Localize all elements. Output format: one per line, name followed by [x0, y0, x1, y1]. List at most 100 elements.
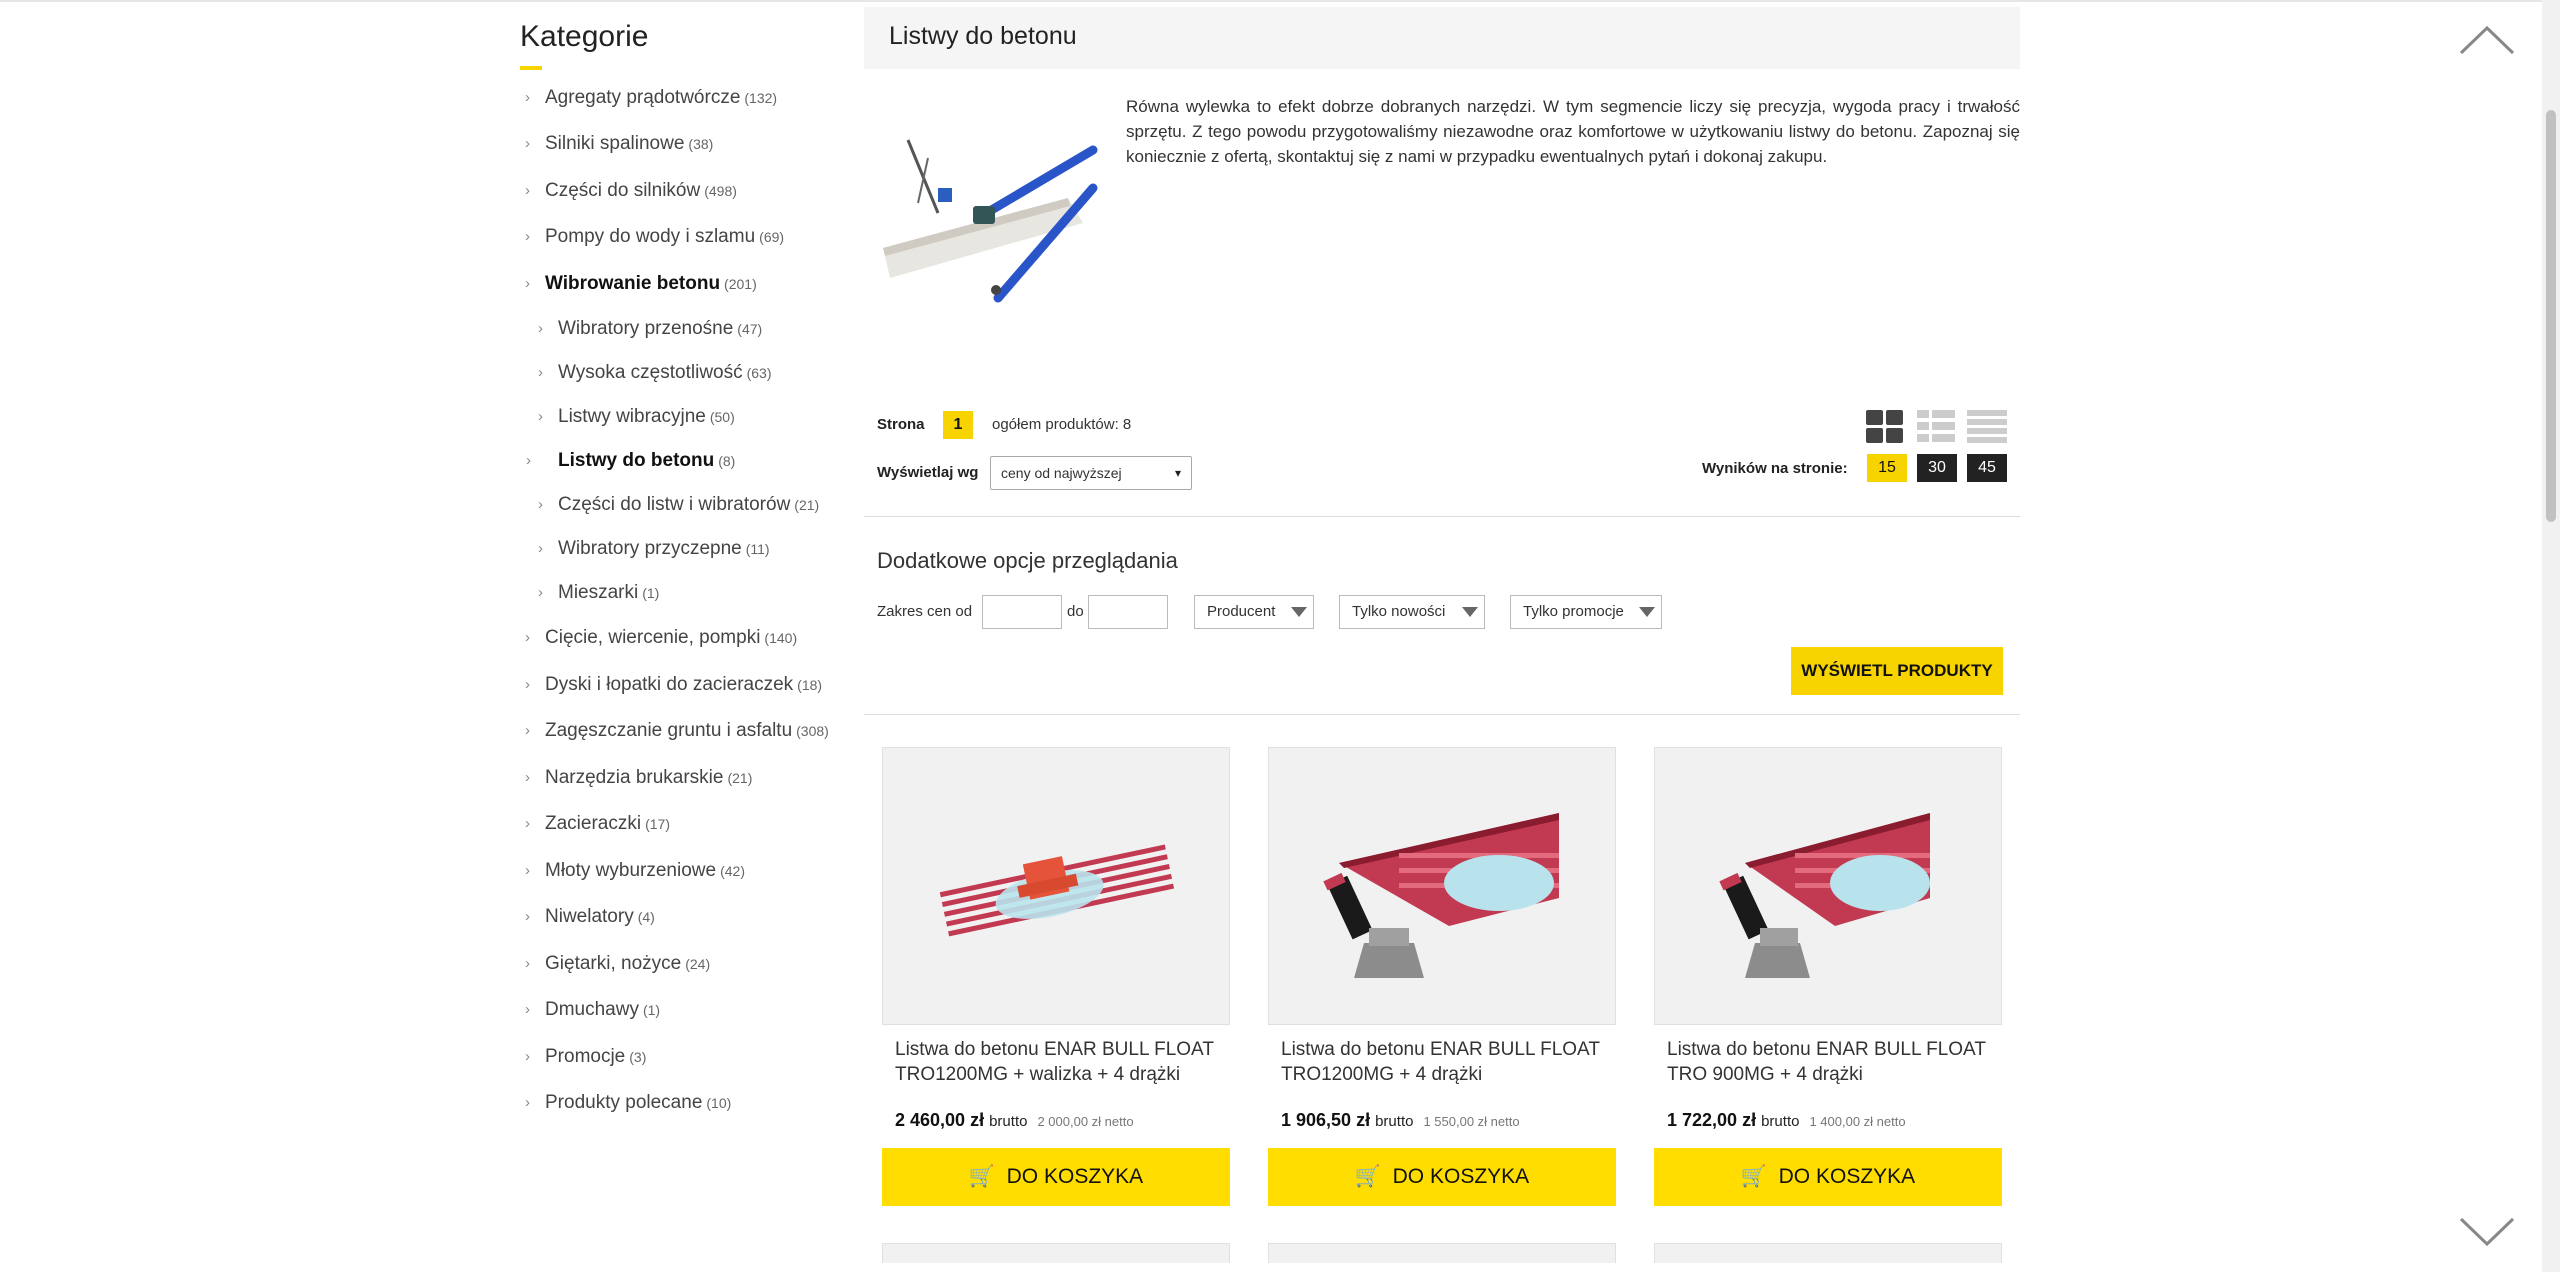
filters-title: Dodatkowe opcje przeglądania [877, 548, 1178, 573]
sidebar-subitem-listwy-do-betonu[interactable]: › Listwy do betonu (8) [526, 450, 735, 472]
per-page-label: Wyników na stronie: [1702, 460, 1848, 477]
sidebar-item-gietarki[interactable]: › Giętarki, nożyce (24) [525, 953, 710, 975]
chevron-right-icon: › [525, 955, 530, 972]
sidebar-item-polecane[interactable]: › Produkty polecane (10) [525, 1092, 731, 1114]
page-title: Listwy do betonu [889, 22, 1077, 50]
grid-view-icon[interactable] [1866, 410, 1904, 444]
only-promo-select[interactable]: Tylko promocje [1510, 595, 1662, 629]
current-page[interactable]: 1 [943, 411, 973, 439]
sidebar-item-dmuchawy[interactable]: › Dmuchawy (1) [525, 999, 660, 1021]
dropdown-arrow-icon [1291, 607, 1307, 617]
sidebar-item-dyski[interactable]: › Dyski i łopatki do zacieraczek (18) [525, 674, 822, 696]
product-price: 2 460,00 zł brutto 2 000,00 zł netto [895, 1110, 1134, 1130]
per-page-15[interactable]: 15 [1867, 454, 1907, 482]
sidebar-subitem-wysoka-czestotliwosc[interactable]: › Wysoka częstotliwość (63) [538, 362, 772, 384]
chevron-right-icon: › [525, 1094, 530, 1111]
sidebar-subitem-czesci-listw[interactable]: › Części do listw i wibratorów (21) [538, 494, 819, 516]
chevron-right-icon: › [538, 320, 543, 337]
product-name[interactable]: Listwa do betonu ENAR BULL FLOAT TRO1200… [895, 1037, 1235, 1087]
divider [864, 714, 2020, 715]
sidebar-subitem-wibratory-przenosne[interactable]: › Wibratory przenośne (47) [538, 318, 762, 340]
sidebar-item-ciecie[interactable]: › Cięcie, wiercenie, pompki (140) [525, 627, 797, 649]
sort-select[interactable]: ceny od najwyższej ▾ [990, 456, 1192, 490]
divider [864, 516, 2020, 517]
chevron-right-icon: › [538, 584, 543, 601]
sidebar-item-silniki[interactable]: › Silniki spalinowe (38) [525, 133, 713, 155]
sidebar-item-niwelatory[interactable]: › Niwelatory (4) [525, 906, 655, 928]
add-to-cart-button[interactable]: 🛒 DO KOSZYKA [1268, 1148, 1616, 1206]
only-new-select[interactable]: Tylko nowości [1339, 595, 1485, 629]
sidebar-item-promocje[interactable]: › Promocje (3) [525, 1046, 646, 1068]
chevron-right-icon: › [525, 815, 530, 832]
product-price: 1 906,50 zł brutto 1 550,00 zł netto [1281, 1110, 1520, 1130]
product-image[interactable] [882, 747, 1230, 1025]
chevron-right-icon: › [525, 908, 530, 925]
sort-label: Wyświetlaj wg [877, 464, 979, 481]
sidebar-item-zageszczanie[interactable]: › Zagęszczanie gruntu i asfaltu (308) [525, 720, 829, 742]
sidebar-item-wibrowanie[interactable]: › Wibrowanie betonu (201) [525, 273, 757, 295]
sidebar-item-pompy[interactable]: › Pompy do wody i szlamu (69) [525, 226, 784, 248]
show-products-button[interactable]: WYŚWIETL PRODUKTY [1791, 647, 2003, 695]
sidebar-item-czesci-silnikow[interactable]: › Części do silników (498) [525, 180, 737, 202]
dropdown-arrow-icon [1639, 607, 1655, 617]
chevron-right-icon: › [525, 135, 530, 152]
chevron-right-icon: › [525, 862, 530, 879]
chevron-right-icon: › [525, 676, 530, 693]
product-photo [1719, 813, 1930, 978]
sidebar-item-brukarskie[interactable]: › Narzędzia brukarskie (21) [525, 767, 752, 789]
product-image[interactable] [1268, 747, 1616, 1025]
per-page-30[interactable]: 30 [1917, 454, 1957, 482]
price-from-label: Zakres cen od [877, 603, 973, 620]
product-photo [1323, 813, 1559, 978]
scrollbar-thumb[interactable] [2546, 110, 2556, 522]
chevron-right-icon: › [525, 182, 530, 199]
chevron-right-icon: › [526, 452, 531, 469]
product-image[interactable] [1654, 747, 2002, 1025]
chevron-right-icon: › [538, 364, 543, 381]
price-to-label: do [1067, 603, 1084, 620]
product-image[interactable] [882, 1243, 1230, 1263]
add-to-cart-button[interactable]: 🛒 DO KOSZYKA [1654, 1148, 2002, 1206]
sidebar-subitem-mieszarki[interactable]: › Mieszarki (1) [538, 582, 659, 604]
chevron-right-icon: › [538, 496, 543, 513]
add-to-cart-button[interactable]: 🛒 DO KOSZYKA [882, 1148, 1230, 1206]
list-view-icon[interactable] [1917, 410, 1955, 444]
chevron-right-icon: › [525, 89, 530, 106]
category-image [878, 128, 1098, 308]
sidebar-item-agregaty[interactable]: › Agregaty prądotwórcze (132) [525, 87, 777, 109]
chevron-down-icon: ▾ [1174, 466, 1181, 480]
chevron-right-icon: › [538, 540, 543, 557]
page-label: Strona [877, 416, 925, 433]
chevron-right-icon: › [525, 769, 530, 786]
dropdown-arrow-icon [1462, 607, 1478, 617]
total-products: ogółem produktów: 8 [992, 416, 1132, 433]
producer-select[interactable]: Producent [1194, 595, 1314, 629]
compact-list-view-icon[interactable] [1967, 410, 2007, 444]
product-photo [939, 844, 1175, 937]
top-border [0, 0, 2560, 2]
scroll-up-icon[interactable] [2458, 24, 2516, 56]
product-name[interactable]: Listwa do betonu ENAR BULL FLOAT TRO 900… [1667, 1037, 2007, 1087]
price-to-input[interactable] [1088, 595, 1168, 629]
chevron-right-icon: › [525, 629, 530, 646]
category-description: Równa wylewka to efekt dobrze dobranych … [1126, 97, 2020, 166]
cart-icon: 🛒 [968, 1165, 995, 1188]
sidebar-item-zacieraczki[interactable]: › Zacieraczki (17) [525, 813, 670, 835]
sidebar-title-underline [520, 66, 542, 70]
product-image[interactable] [1268, 1243, 1616, 1263]
sidebar-item-mloty[interactable]: › Młoty wyburzeniowe (42) [525, 860, 745, 882]
per-page-45[interactable]: 45 [1967, 454, 2007, 482]
chevron-right-icon: › [525, 275, 530, 292]
chevron-right-icon: › [525, 1048, 530, 1065]
product-image[interactable] [1654, 1243, 2002, 1263]
cart-icon: 🛒 [1354, 1165, 1381, 1188]
cart-icon: 🛒 [1740, 1165, 1767, 1188]
chevron-right-icon: › [525, 228, 530, 245]
sidebar-subitem-wibratory-przyczepne[interactable]: › Wibratory przyczepne (11) [538, 538, 770, 560]
price-from-input[interactable] [982, 595, 1062, 629]
sidebar-subitem-listwy-wibracyjne[interactable]: › Listwy wibracyjne (50) [538, 406, 735, 428]
product-name[interactable]: Listwa do betonu ENAR BULL FLOAT TRO1200… [1281, 1037, 1621, 1087]
chevron-right-icon: › [538, 408, 543, 425]
scroll-down-icon[interactable] [2458, 1216, 2516, 1248]
sidebar-title: Kategorie [520, 20, 649, 53]
